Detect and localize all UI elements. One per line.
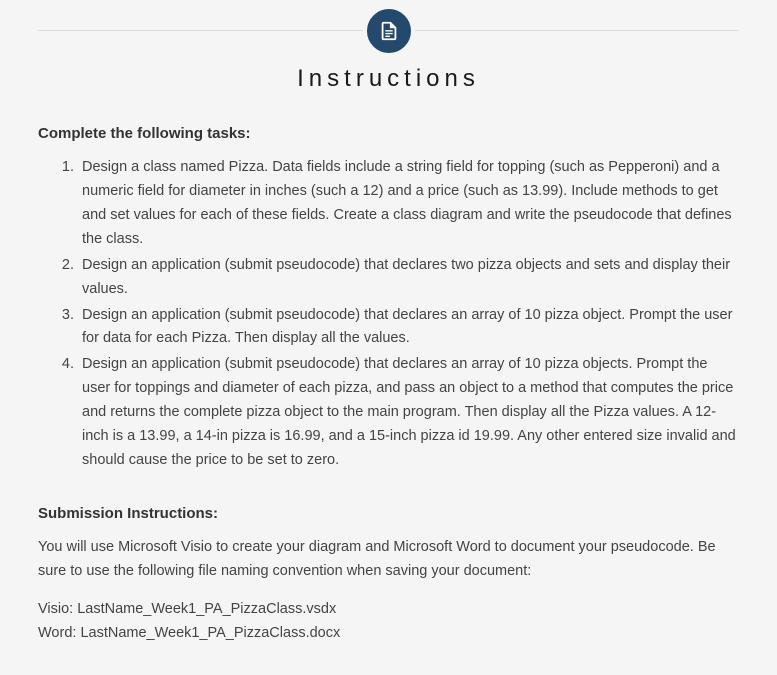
list-item: Design a class named Pizza. Data fields … [78, 156, 739, 252]
list-item: Design an application (submit pseudocode… [78, 254, 739, 302]
file-visio: Visio: LastName_Week1_PA_PizzaClass.vsdx [38, 598, 739, 622]
submission-paragraph: You will use Microsoft Visio to create y… [38, 536, 739, 584]
tasks-heading: Complete the following tasks: [38, 125, 739, 142]
submission-heading: Submission Instructions: [38, 505, 739, 522]
tasks-list: Design a class named Pizza. Data fields … [38, 156, 739, 473]
list-item: Design an application (submit pseudocode… [78, 353, 739, 473]
file-word: Word: LastName_Week1_PA_PizzaClass.docx [38, 622, 739, 646]
list-item: Design an application (submit pseudocode… [78, 304, 739, 352]
document-icon [363, 5, 415, 57]
page-title: Instructions [38, 65, 739, 93]
header-icon-wrap [38, 5, 739, 57]
document-icon-svg [378, 20, 400, 42]
